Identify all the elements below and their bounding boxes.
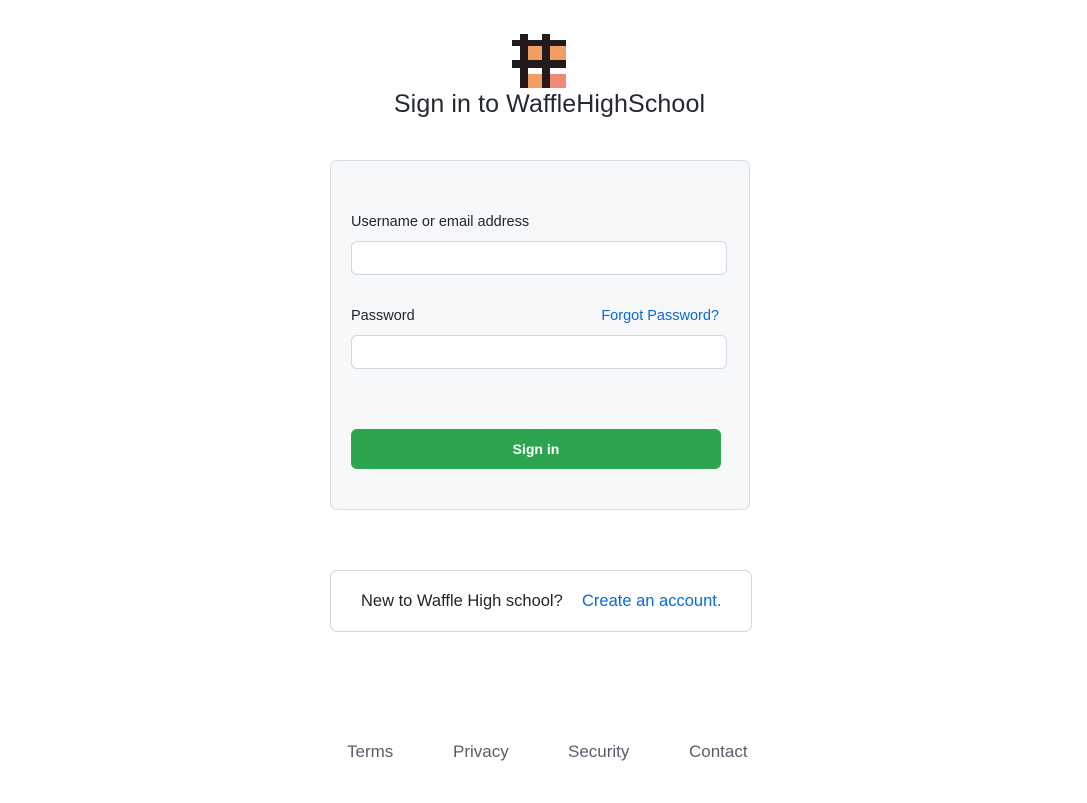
login-form: Username or email address Password Forgo… <box>330 160 750 510</box>
username-label: Username or email address <box>351 214 530 230</box>
sign-in-page: Sign in to WaffleHighSchool Username or … <box>0 0 1087 803</box>
password-label: Password <box>351 308 415 324</box>
sign-in-button[interactable]: Sign in <box>351 429 721 469</box>
footer-link-terms[interactable]: Terms <box>347 742 393 762</box>
waffle-logo-icon[interactable] <box>512 34 566 88</box>
signup-prompt-text: New to Waffle High school? <box>361 592 563 610</box>
footer-link-security[interactable]: Security <box>568 742 629 762</box>
page-title: Sign in to WaffleHighSchool <box>393 90 706 118</box>
footer-link-contact[interactable]: Contact <box>689 742 748 762</box>
forgot-password-link[interactable]: Forgot Password? <box>601 308 719 324</box>
signup-prompt-box: New to Waffle High school? Create an acc… <box>330 570 752 632</box>
password-input[interactable] <box>351 335 727 369</box>
create-account-link[interactable]: Create an account. <box>582 592 721 611</box>
footer-link-privacy[interactable]: Privacy <box>453 742 509 762</box>
username-input[interactable] <box>351 241 727 275</box>
